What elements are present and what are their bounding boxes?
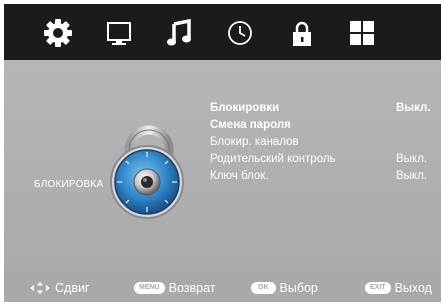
menu-item-channel-lock[interactable]: Блокир. каналов (210, 134, 441, 151)
tab-time[interactable] (223, 16, 257, 50)
grid-icon (350, 21, 374, 45)
tab-picture[interactable] (102, 16, 136, 50)
menu-key-badge: MENU (134, 282, 165, 294)
menu-item-label: Блокировки (210, 102, 280, 114)
gear-icon (44, 19, 72, 47)
hint-back: MENU Возврат (134, 280, 216, 296)
padlock-icon (293, 21, 311, 46)
hint-select-label: Выбор (279, 281, 318, 295)
lock-settings-menu: Блокировки Выкл. Смена пароля Блокир. ка… (210, 100, 441, 185)
hint-move-label: Сдвиг (55, 281, 90, 295)
music-note-icon (167, 18, 191, 46)
hint-select: OK Выбор (251, 280, 318, 296)
menu-item-label: Смена пароля (210, 119, 291, 131)
tab-settings[interactable] (41, 16, 75, 50)
menu-item-key-lock[interactable]: Ключ блок. Выкл. (210, 168, 441, 185)
exit-key-badge: EXIT (365, 282, 391, 294)
section-label: БЛОКИРОВКА (34, 179, 104, 190)
menu-item-label: Блокир. каналов (210, 136, 299, 148)
ok-key-badge: OK (251, 282, 276, 294)
monitor-icon (107, 22, 131, 45)
direction-arrows-icon (30, 282, 50, 294)
menu-item-label: Ключ блок. (210, 170, 269, 182)
hint-exit: EXIT Выход (365, 280, 432, 296)
menu-item-value: Выкл. (396, 170, 428, 182)
combination-lock-icon (110, 125, 184, 219)
hint-back-label: Возврат (168, 281, 216, 295)
tab-lock[interactable] (285, 16, 319, 50)
menu-item-change-password[interactable]: Смена пароля (210, 117, 441, 134)
tab-sound[interactable] (163, 16, 197, 50)
menu-item-label: Родительский контроль (210, 153, 336, 165)
menu-item-value: Выкл. (396, 153, 428, 165)
tv-lock-menu-screen: БЛОКИРОВКА Блокировки Выкл. Смена пароля… (4, 4, 441, 302)
menu-item-locks[interactable]: Блокировки Выкл. (210, 100, 441, 117)
hint-exit-label: Выход (394, 281, 432, 295)
tab-apps[interactable] (345, 16, 379, 50)
menu-item-value: Выкл. (396, 102, 431, 114)
hint-move: Сдвиг (30, 280, 90, 296)
top-tab-bar (4, 4, 441, 60)
clock-icon (228, 21, 252, 45)
menu-item-parental-control[interactable]: Родительский контроль Выкл. (210, 151, 441, 168)
footer-hints: Сдвиг MENU Возврат OK Выбор EXIT Выход (4, 272, 441, 302)
